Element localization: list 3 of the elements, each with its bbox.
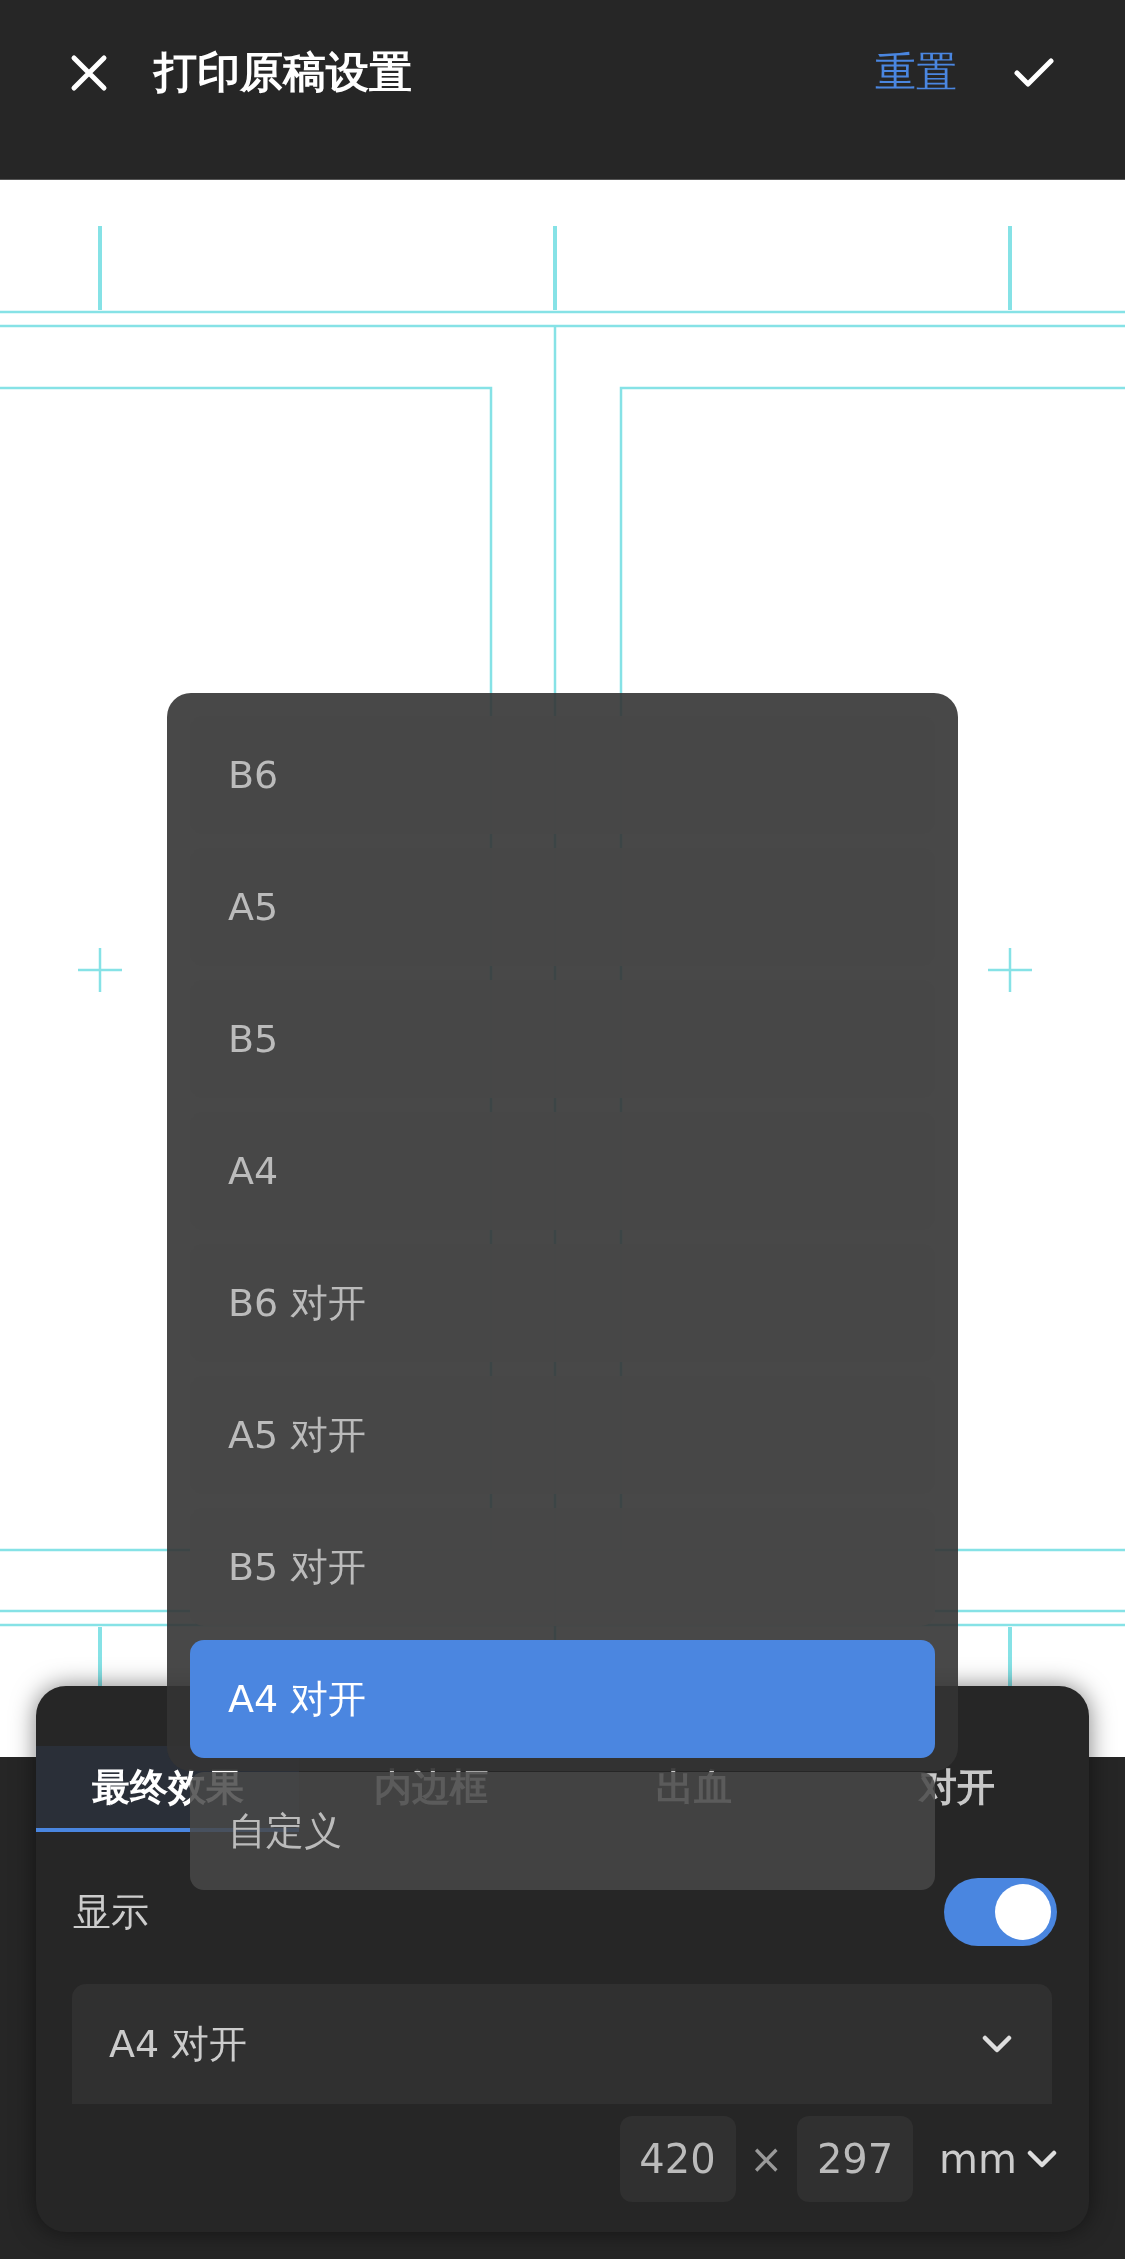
window-title: 打印原稿设置 [154, 45, 413, 99]
times-sign: × [749, 2136, 784, 2182]
show-label: 显示 [73, 1888, 149, 1936]
